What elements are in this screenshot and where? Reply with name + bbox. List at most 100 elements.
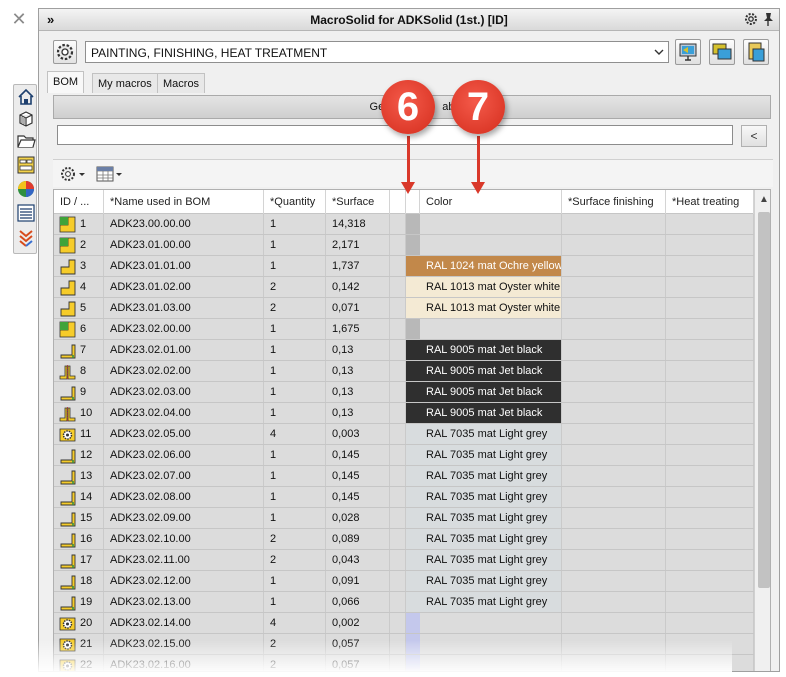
copy-button[interactable]	[709, 39, 735, 65]
row-heat-treating-cell[interactable]	[666, 655, 754, 671]
row-qty-cell[interactable]: 1	[264, 592, 326, 612]
row-surface-finishing-cell[interactable]	[562, 361, 666, 381]
row-color-cell[interactable]: RAL 9005 mat Jet black	[420, 382, 562, 402]
row-blank-cell[interactable]	[390, 571, 406, 591]
row-name-cell[interactable]: ADK23.02.16.00	[104, 655, 264, 671]
color-swatch[interactable]	[406, 256, 420, 276]
row-color-cell[interactable]: RAL 7035 mat Light grey	[420, 445, 562, 465]
row-surface-cell[interactable]: 0,13	[326, 403, 390, 423]
row-color-cell[interactable]: RAL 9005 mat Jet black	[420, 361, 562, 381]
table-row[interactable]: 6 ADK23.02.00.00 1 1,675	[54, 319, 754, 340]
table-row[interactable]: 9 ADK23.02.03.00 1 0,13 RAL 9005 mat Jet bla…	[54, 382, 754, 403]
color-swatch[interactable]	[406, 529, 420, 549]
category-select[interactable]: PAINTING, FINISHING, HEAT TREATMENT	[85, 41, 669, 63]
row-qty-cell[interactable]: 1	[264, 487, 326, 507]
table-row[interactable]: 21 ADK23.02.15.00 2 0,057	[54, 634, 754, 655]
row-blank-cell[interactable]	[390, 403, 406, 423]
row-heat-treating-cell[interactable]	[666, 382, 754, 402]
row-blank-cell[interactable]	[390, 424, 406, 444]
table-row[interactable]: 15 ADK23.02.09.00 1 0,028 RAL 7035 mat Light…	[54, 508, 754, 529]
row-surface-cell[interactable]: 14,318	[326, 214, 390, 234]
row-color-cell[interactable]: RAL 7035 mat Light grey	[420, 466, 562, 486]
table-row[interactable]: 8 ADK23.02.02.00 1 0,13 RAL 9005 mat Jet bla…	[54, 361, 754, 382]
folder-icon[interactable]	[16, 131, 36, 151]
row-heat-treating-cell[interactable]	[666, 571, 754, 591]
row-blank-cell[interactable]	[390, 655, 406, 671]
row-heat-treating-cell[interactable]	[666, 424, 754, 444]
color-swatch[interactable]	[406, 655, 420, 671]
row-heat-treating-cell[interactable]	[666, 340, 754, 360]
table-row[interactable]: 3 ADK23.01.01.00 1 1,737 RAL 1024 mat Ochre …	[54, 256, 754, 277]
row-surface-cell[interactable]: 1,737	[326, 256, 390, 276]
close-icon[interactable]: ✕	[8, 8, 30, 30]
row-heat-treating-cell[interactable]	[666, 466, 754, 486]
row-blank-cell[interactable]	[390, 613, 406, 633]
row-surface-finishing-cell[interactable]	[562, 487, 666, 507]
row-heat-treating-cell[interactable]	[666, 214, 754, 234]
color-swatch[interactable]	[406, 424, 420, 444]
row-blank-cell[interactable]	[390, 550, 406, 570]
row-surface-cell[interactable]: 1,675	[326, 319, 390, 339]
row-qty-cell[interactable]: 1	[264, 319, 326, 339]
color-swatch[interactable]	[406, 403, 420, 423]
row-surface-cell[interactable]: 0,13	[326, 382, 390, 402]
columns-button[interactable]	[95, 164, 125, 184]
row-heat-treating-cell[interactable]	[666, 445, 754, 465]
table-row[interactable]: 2 ADK23.01.00.00 1 2,171	[54, 235, 754, 256]
table-row[interactable]: 16 ADK23.02.10.00 2 0,089 RAL 7035 mat Light…	[54, 529, 754, 550]
row-blank-cell[interactable]	[390, 235, 406, 255]
row-color-cell[interactable]: RAL 7035 mat Light grey	[420, 424, 562, 444]
row-blank-cell[interactable]	[390, 340, 406, 360]
row-blank-cell[interactable]	[390, 445, 406, 465]
row-id-cell[interactable]: 17	[54, 550, 104, 570]
row-id-cell[interactable]: 12	[54, 445, 104, 465]
row-surface-finishing-cell[interactable]	[562, 277, 666, 297]
table-row[interactable]: 14 ADK23.02.08.00 1 0,145 RAL 7035 mat Light…	[54, 487, 754, 508]
row-heat-treating-cell[interactable]	[666, 403, 754, 423]
row-color-cell[interactable]	[420, 319, 562, 339]
color-swatch[interactable]	[406, 361, 420, 381]
row-surface-cell[interactable]: 0,003	[326, 424, 390, 444]
row-color-cell[interactable]: RAL 1024 mat Ochre yellow	[420, 256, 562, 276]
row-color-cell[interactable]: RAL 9005 mat Jet black	[420, 403, 562, 423]
row-blank-cell[interactable]	[390, 634, 406, 654]
column-header-id[interactable]: ID / ...	[54, 190, 104, 214]
table-row[interactable]: 20 ADK23.02.14.00 4 0,002	[54, 613, 754, 634]
row-blank-cell[interactable]	[390, 319, 406, 339]
row-id-cell[interactable]: 4	[54, 277, 104, 297]
row-qty-cell[interactable]: 1	[264, 382, 326, 402]
row-name-cell[interactable]: ADK23.02.07.00	[104, 466, 264, 486]
row-surface-finishing-cell[interactable]	[562, 445, 666, 465]
row-name-cell[interactable]: ADK23.02.06.00	[104, 445, 264, 465]
color-swatch[interactable]	[406, 466, 420, 486]
row-surface-finishing-cell[interactable]	[562, 424, 666, 444]
row-surface-finishing-cell[interactable]	[562, 382, 666, 402]
color-wheel-icon[interactable]	[16, 179, 36, 199]
table-row[interactable]: 18 ADK23.02.12.00 1 0,091 RAL 7035 mat Light…	[54, 571, 754, 592]
row-name-cell[interactable]: ADK23.02.12.00	[104, 571, 264, 591]
column-header-quantity[interactable]: *Quantity	[264, 190, 326, 214]
row-color-cell[interactable]: RAL 7035 mat Light grey	[420, 487, 562, 507]
row-surface-finishing-cell[interactable]	[562, 592, 666, 612]
scroll-thumb[interactable]	[758, 212, 770, 588]
row-name-cell[interactable]: ADK23.02.04.00	[104, 403, 264, 423]
row-color-cell[interactable]: RAL 9005 mat Jet black	[420, 340, 562, 360]
table-row[interactable]: 5 ADK23.01.03.00 2 0,071 RAL 1013 mat Oyster…	[54, 298, 754, 319]
row-blank-cell[interactable]	[390, 592, 406, 612]
row-id-cell[interactable]: 8	[54, 361, 104, 381]
row-surface-cell[interactable]: 0,071	[326, 298, 390, 318]
search-back-button[interactable]: <	[741, 125, 767, 147]
row-heat-treating-cell[interactable]	[666, 319, 754, 339]
row-blank-cell[interactable]	[390, 256, 406, 276]
row-name-cell[interactable]: ADK23.00.00.00	[104, 214, 264, 234]
row-surface-cell[interactable]: 0,13	[326, 340, 390, 360]
color-swatch[interactable]	[406, 592, 420, 612]
table-row[interactable]: 13 ADK23.02.07.00 1 0,145 RAL 7035 mat Light…	[54, 466, 754, 487]
row-id-cell[interactable]: 9	[54, 382, 104, 402]
color-swatch[interactable]	[406, 508, 420, 528]
row-qty-cell[interactable]: 4	[264, 613, 326, 633]
row-name-cell[interactable]: ADK23.02.10.00	[104, 529, 264, 549]
row-name-cell[interactable]: ADK23.02.08.00	[104, 487, 264, 507]
row-name-cell[interactable]: ADK23.02.03.00	[104, 382, 264, 402]
row-name-cell[interactable]: ADK23.02.15.00	[104, 634, 264, 654]
